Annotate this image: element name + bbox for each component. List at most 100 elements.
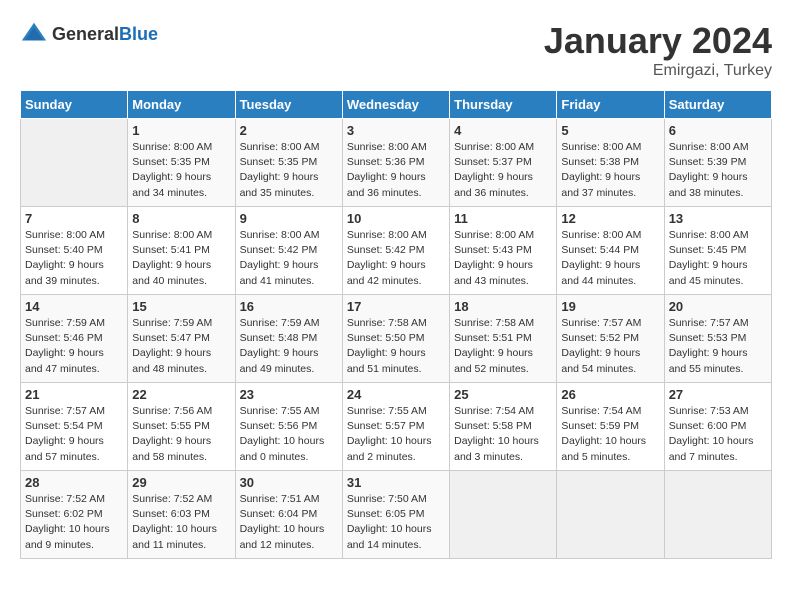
day-info: Sunrise: 7:56 AMSunset: 5:55 PMDaylight:… (132, 404, 230, 465)
day-info: Sunrise: 7:57 AMSunset: 5:52 PMDaylight:… (561, 316, 659, 377)
calendar-day-cell: 5 Sunrise: 8:00 AMSunset: 5:38 PMDaylight… (557, 119, 664, 207)
location-title: Emirgazi, Turkey (544, 62, 772, 80)
calendar-day-cell: 29 Sunrise: 7:52 AMSunset: 6:03 PMDayligh… (128, 471, 235, 559)
day-number: 14 (25, 299, 123, 314)
weekday-header-cell: Tuesday (235, 91, 342, 119)
logo-text-general: General (52, 24, 119, 44)
day-info: Sunrise: 8:00 AMSunset: 5:40 PMDaylight:… (25, 228, 123, 289)
day-number: 18 (454, 299, 552, 314)
day-info: Sunrise: 7:55 AMSunset: 5:56 PMDaylight:… (240, 404, 338, 465)
day-number: 23 (240, 387, 338, 402)
day-number: 5 (561, 123, 659, 138)
calendar-day-cell: 22 Sunrise: 7:56 AMSunset: 5:55 PMDayligh… (128, 383, 235, 471)
calendar-day-cell: 4 Sunrise: 8:00 AMSunset: 5:37 PMDaylight… (450, 119, 557, 207)
calendar-day-cell: 30Sunrise: 7:51 AMSunset: 6:04 PMDayligh… (235, 471, 342, 559)
day-number: 15 (132, 299, 230, 314)
day-number: 27 (669, 387, 767, 402)
day-info: Sunrise: 7:59 AMSunset: 5:48 PMDaylight:… (240, 316, 338, 377)
day-info: Sunrise: 8:00 AMSunset: 5:45 PMDaylight:… (669, 228, 767, 289)
calendar-day-cell: 21 Sunrise: 7:57 AMSunset: 5:54 PMDayligh… (21, 383, 128, 471)
day-number: 12 (561, 211, 659, 226)
day-number: 4 (454, 123, 552, 138)
day-info: Sunrise: 8:00 AMSunset: 5:42 PMDaylight:… (347, 228, 445, 289)
day-number: 21 (25, 387, 123, 402)
title-block: January 2024 Emirgazi, Turkey (544, 20, 772, 80)
day-number: 22 (132, 387, 230, 402)
day-info: Sunrise: 8:00 AMSunset: 5:35 PMDaylight:… (132, 140, 230, 201)
page-header: GeneralBlue January 2024 Emirgazi, Turke… (20, 20, 772, 80)
calendar-week-row: 21 Sunrise: 7:57 AMSunset: 5:54 PMDayligh… (21, 383, 772, 471)
day-number: 8 (132, 211, 230, 226)
calendar-day-cell (21, 119, 128, 207)
day-number: 10 (347, 211, 445, 226)
day-info: Sunrise: 7:52 AMSunset: 6:02 PMDaylight:… (25, 492, 123, 553)
day-number: 28 (25, 475, 123, 490)
day-number: 3 (347, 123, 445, 138)
calendar-week-row: 1 Sunrise: 8:00 AMSunset: 5:35 PMDaylight… (21, 119, 772, 207)
day-info: Sunrise: 8:00 AMSunset: 5:37 PMDaylight:… (454, 140, 552, 201)
calendar-body: 1 Sunrise: 8:00 AMSunset: 5:35 PMDaylight… (21, 119, 772, 559)
calendar-day-cell: 6 Sunrise: 8:00 AMSunset: 5:39 PMDaylight… (664, 119, 771, 207)
day-number: 6 (669, 123, 767, 138)
day-info: Sunrise: 7:50 AMSunset: 6:05 PMDaylight:… (347, 492, 445, 553)
calendar-day-cell: 20Sunrise: 7:57 AMSunset: 5:53 PMDayligh… (664, 295, 771, 383)
day-number: 17 (347, 299, 445, 314)
day-info: Sunrise: 8:00 AMSunset: 5:38 PMDaylight:… (561, 140, 659, 201)
calendar-day-cell (664, 471, 771, 559)
calendar-day-cell: 9Sunrise: 8:00 AMSunset: 5:42 PMDaylight… (235, 207, 342, 295)
day-info: Sunrise: 7:57 AMSunset: 5:53 PMDaylight:… (669, 316, 767, 377)
day-number: 7 (25, 211, 123, 226)
day-info: Sunrise: 7:52 AMSunset: 6:03 PMDaylight:… (132, 492, 230, 553)
calendar-day-cell: 14 Sunrise: 7:59 AMSunset: 5:46 PMDayligh… (21, 295, 128, 383)
day-number: 1 (132, 123, 230, 138)
calendar-day-cell: 7 Sunrise: 8:00 AMSunset: 5:40 PMDaylight… (21, 207, 128, 295)
calendar-day-cell: 24Sunrise: 7:55 AMSunset: 5:57 PMDayligh… (342, 383, 449, 471)
calendar-day-cell: 3 Sunrise: 8:00 AMSunset: 5:36 PMDaylight… (342, 119, 449, 207)
day-info: Sunrise: 7:53 AMSunset: 6:00 PMDaylight:… (669, 404, 767, 465)
day-number: 29 (132, 475, 230, 490)
day-info: Sunrise: 8:00 AMSunset: 5:42 PMDaylight:… (240, 228, 338, 289)
day-info: Sunrise: 7:58 AMSunset: 5:50 PMDaylight:… (347, 316, 445, 377)
day-number: 31 (347, 475, 445, 490)
day-number: 30 (240, 475, 338, 490)
calendar-day-cell: 2 Sunrise: 8:00 AMSunset: 5:35 PMDaylight… (235, 119, 342, 207)
day-info: Sunrise: 7:57 AMSunset: 5:54 PMDaylight:… (25, 404, 123, 465)
calendar-day-cell (557, 471, 664, 559)
day-number: 2 (240, 123, 338, 138)
calendar-table: SundayMondayTuesdayWednesdayThursdayFrid… (20, 90, 772, 559)
calendar-day-cell: 25 Sunrise: 7:54 AMSunset: 5:58 PMDayligh… (450, 383, 557, 471)
weekday-header-cell: Sunday (21, 91, 128, 119)
calendar-day-cell: 23 Sunrise: 7:55 AMSunset: 5:56 PMDayligh… (235, 383, 342, 471)
calendar-day-cell: 27 Sunrise: 7:53 AMSunset: 6:00 PMDayligh… (664, 383, 771, 471)
weekday-header-cell: Saturday (664, 91, 771, 119)
day-number: 11 (454, 211, 552, 226)
day-info: Sunrise: 8:00 AMSunset: 5:36 PMDaylight:… (347, 140, 445, 201)
calendar-day-cell (450, 471, 557, 559)
weekday-header-cell: Wednesday (342, 91, 449, 119)
calendar-day-cell: 16Sunrise: 7:59 AMSunset: 5:48 PMDayligh… (235, 295, 342, 383)
calendar-day-cell: 17 Sunrise: 7:58 AMSunset: 5:50 PMDayligh… (342, 295, 449, 383)
day-info: Sunrise: 7:54 AMSunset: 5:59 PMDaylight:… (561, 404, 659, 465)
calendar-day-cell: 10 Sunrise: 8:00 AMSunset: 5:42 PMDayligh… (342, 207, 449, 295)
day-info: Sunrise: 7:54 AMSunset: 5:58 PMDaylight:… (454, 404, 552, 465)
day-number: 13 (669, 211, 767, 226)
day-info: Sunrise: 8:00 AMSunset: 5:39 PMDaylight:… (669, 140, 767, 201)
calendar-day-cell: 15Sunrise: 7:59 AMSunset: 5:47 PMDayligh… (128, 295, 235, 383)
calendar-day-cell: 13 Sunrise: 8:00 AMSunset: 5:45 PMDayligh… (664, 207, 771, 295)
month-title: January 2024 (544, 20, 772, 62)
day-number: 24 (347, 387, 445, 402)
day-info: Sunrise: 8:00 AMSunset: 5:35 PMDaylight:… (240, 140, 338, 201)
logo-text-blue: Blue (119, 24, 158, 44)
weekday-header-cell: Friday (557, 91, 664, 119)
logo-icon (20, 20, 48, 48)
calendar-day-cell: 1 Sunrise: 8:00 AMSunset: 5:35 PMDaylight… (128, 119, 235, 207)
day-info: Sunrise: 7:58 AMSunset: 5:51 PMDaylight:… (454, 316, 552, 377)
weekday-header-cell: Monday (128, 91, 235, 119)
day-number: 25 (454, 387, 552, 402)
day-number: 19 (561, 299, 659, 314)
calendar-day-cell: 8Sunrise: 8:00 AMSunset: 5:41 PMDaylight… (128, 207, 235, 295)
day-info: Sunrise: 7:59 AMSunset: 5:46 PMDaylight:… (25, 316, 123, 377)
calendar-day-cell: 18 Sunrise: 7:58 AMSunset: 5:51 PMDayligh… (450, 295, 557, 383)
weekday-header-row: SundayMondayTuesdayWednesdayThursdayFrid… (21, 91, 772, 119)
calendar-week-row: 28 Sunrise: 7:52 AMSunset: 6:02 PMDayligh… (21, 471, 772, 559)
